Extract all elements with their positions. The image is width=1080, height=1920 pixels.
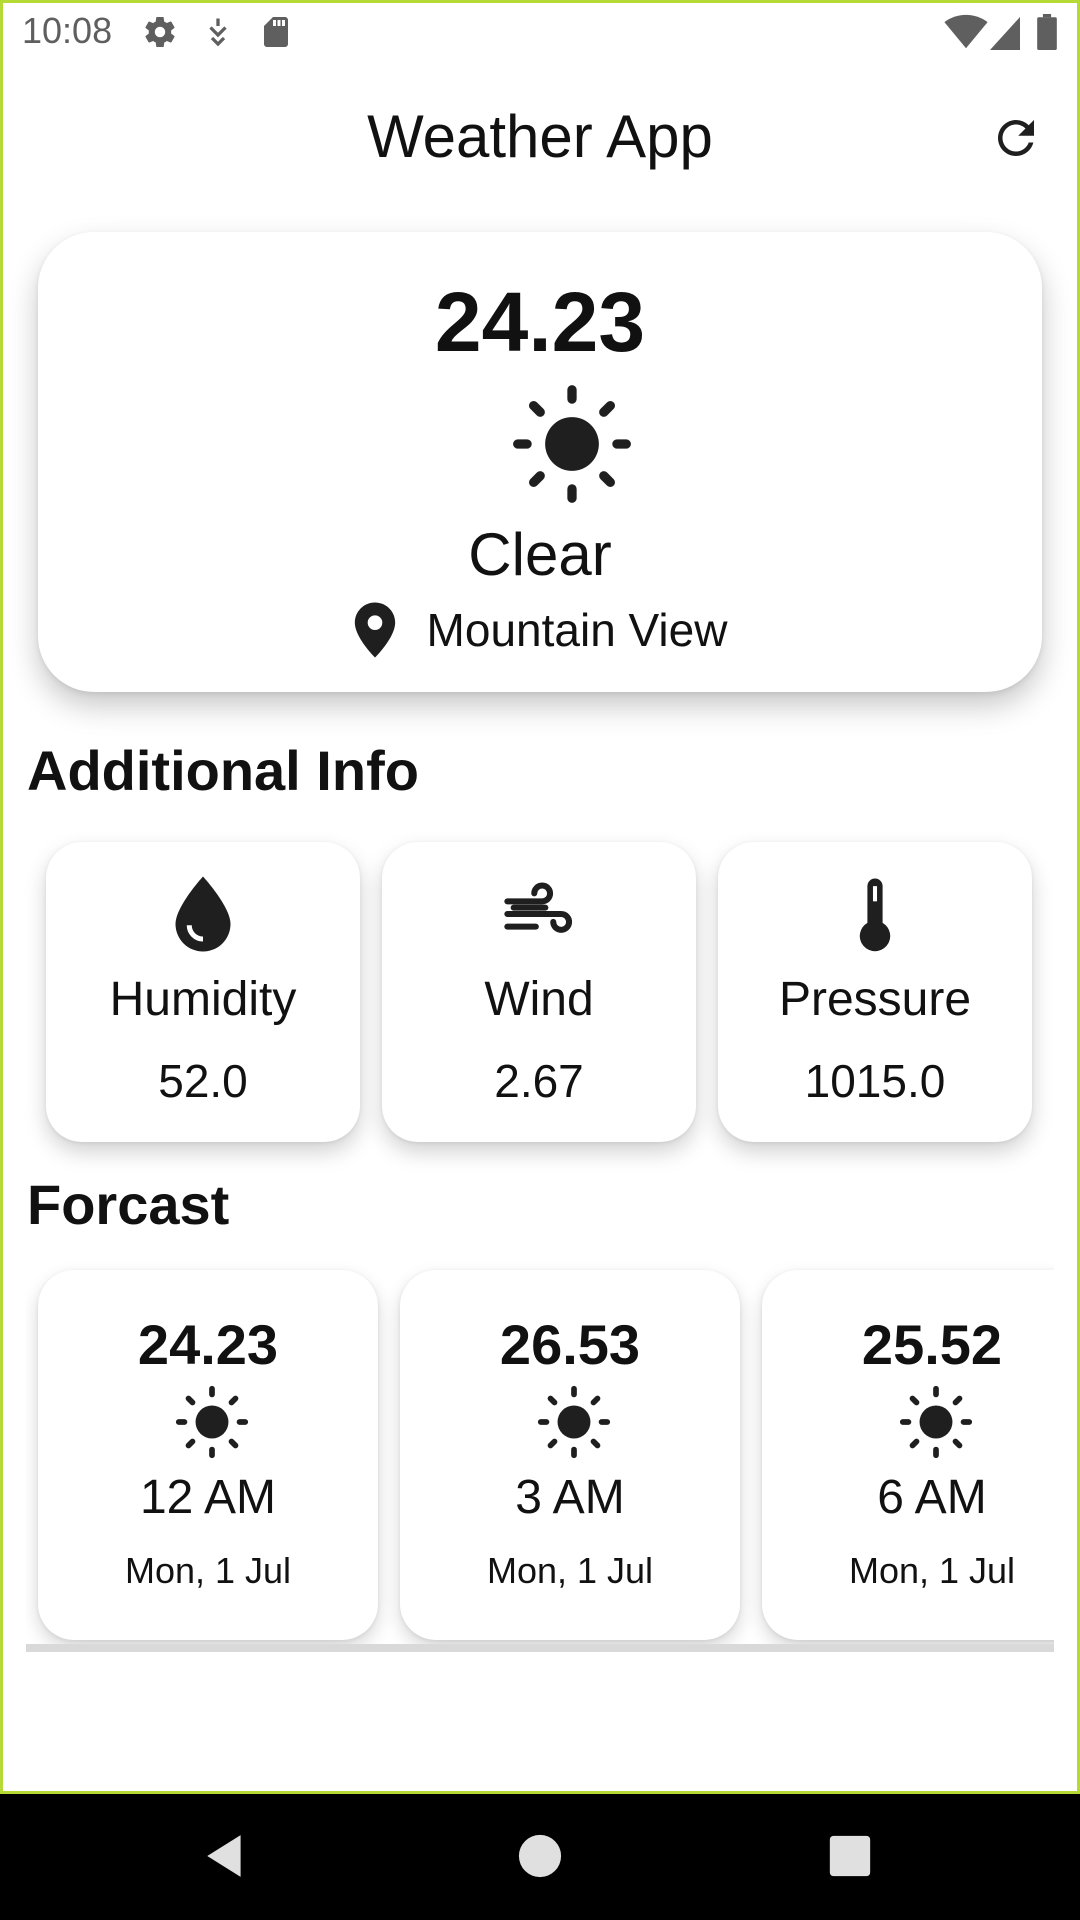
location-pin-icon [353, 602, 397, 658]
sun-icon [174, 1384, 250, 1460]
refresh-icon [989, 111, 1043, 170]
wifi-icon [944, 14, 988, 50]
forecast-date: Mon, 1 Jul [848, 1550, 1016, 1591]
refresh-button[interactable] [986, 110, 1046, 170]
sun-icon [898, 1384, 974, 1460]
recents-icon [828, 1834, 872, 1883]
back-icon [201, 1831, 251, 1886]
additional-info-heading: Additional Info [27, 739, 419, 802]
sd-card-icon [258, 14, 294, 50]
water-drop-icon [46, 876, 360, 952]
info-label: Pressure [778, 973, 972, 1026]
wind-card: Wind 2.67 [382, 842, 696, 1142]
current-temperature: 24.23 [434, 275, 646, 369]
settings-icon [142, 14, 178, 50]
forecast-temperature: 24.23 [137, 1313, 279, 1376]
download-icon [200, 14, 236, 50]
humidity-card: Humidity 52.0 [46, 842, 360, 1142]
page-title: Weather App [367, 103, 713, 170]
current-weather-card: 24.23 Clear Mountain View [38, 232, 1042, 692]
forecast-card: 25.52 6 AM Mon, 1 Jul [762, 1270, 1054, 1640]
forecast-time: 12 AM [139, 1471, 277, 1524]
forecast-time: 3 AM [515, 1471, 625, 1524]
sun-icon [510, 382, 634, 506]
info-value: 2.67 [494, 1055, 584, 1107]
wind-icon [382, 876, 696, 952]
current-location: Mountain View [38, 602, 1042, 658]
current-condition: Clear [468, 521, 612, 588]
forecast-heading: Forcast [27, 1173, 230, 1236]
thermometer-icon [718, 876, 1032, 952]
home-button[interactable] [510, 1828, 570, 1888]
forecast-date: Mon, 1 Jul [486, 1550, 654, 1591]
forecast-temperature: 25.52 [861, 1313, 1003, 1376]
forecast-card: 24.23 12 AM Mon, 1 Jul [38, 1270, 378, 1640]
location-name: Mountain View [426, 604, 728, 656]
forecast-temperature: 26.53 [499, 1313, 641, 1376]
app-bar: Weather App [0, 64, 1080, 212]
info-value: 52.0 [158, 1055, 248, 1107]
forecast-list[interactable]: 24.23 12 AM Mon, 1 Jul 26.53 3 AM Mon, 1… [26, 1262, 1054, 1652]
home-icon [517, 1833, 563, 1884]
forecast-date: Mon, 1 Jul [124, 1550, 292, 1591]
info-label: Wind [484, 973, 594, 1026]
sun-icon [536, 1384, 612, 1460]
status-time: 10:08 [22, 10, 113, 51]
signal-icon [990, 14, 1020, 50]
forecast-card: 26.53 3 AM Mon, 1 Jul [400, 1270, 740, 1640]
navigation-bar [0, 1794, 1080, 1920]
forecast-time: 6 AM [877, 1471, 987, 1524]
recents-button[interactable] [820, 1828, 880, 1888]
status-bar: 10:08 [0, 0, 1080, 64]
pressure-card: Pressure 1015.0 [718, 842, 1032, 1142]
back-button[interactable] [196, 1828, 256, 1888]
battery-icon [1036, 14, 1058, 50]
info-value: 1015.0 [804, 1055, 946, 1107]
info-label: Humidity [109, 973, 297, 1026]
